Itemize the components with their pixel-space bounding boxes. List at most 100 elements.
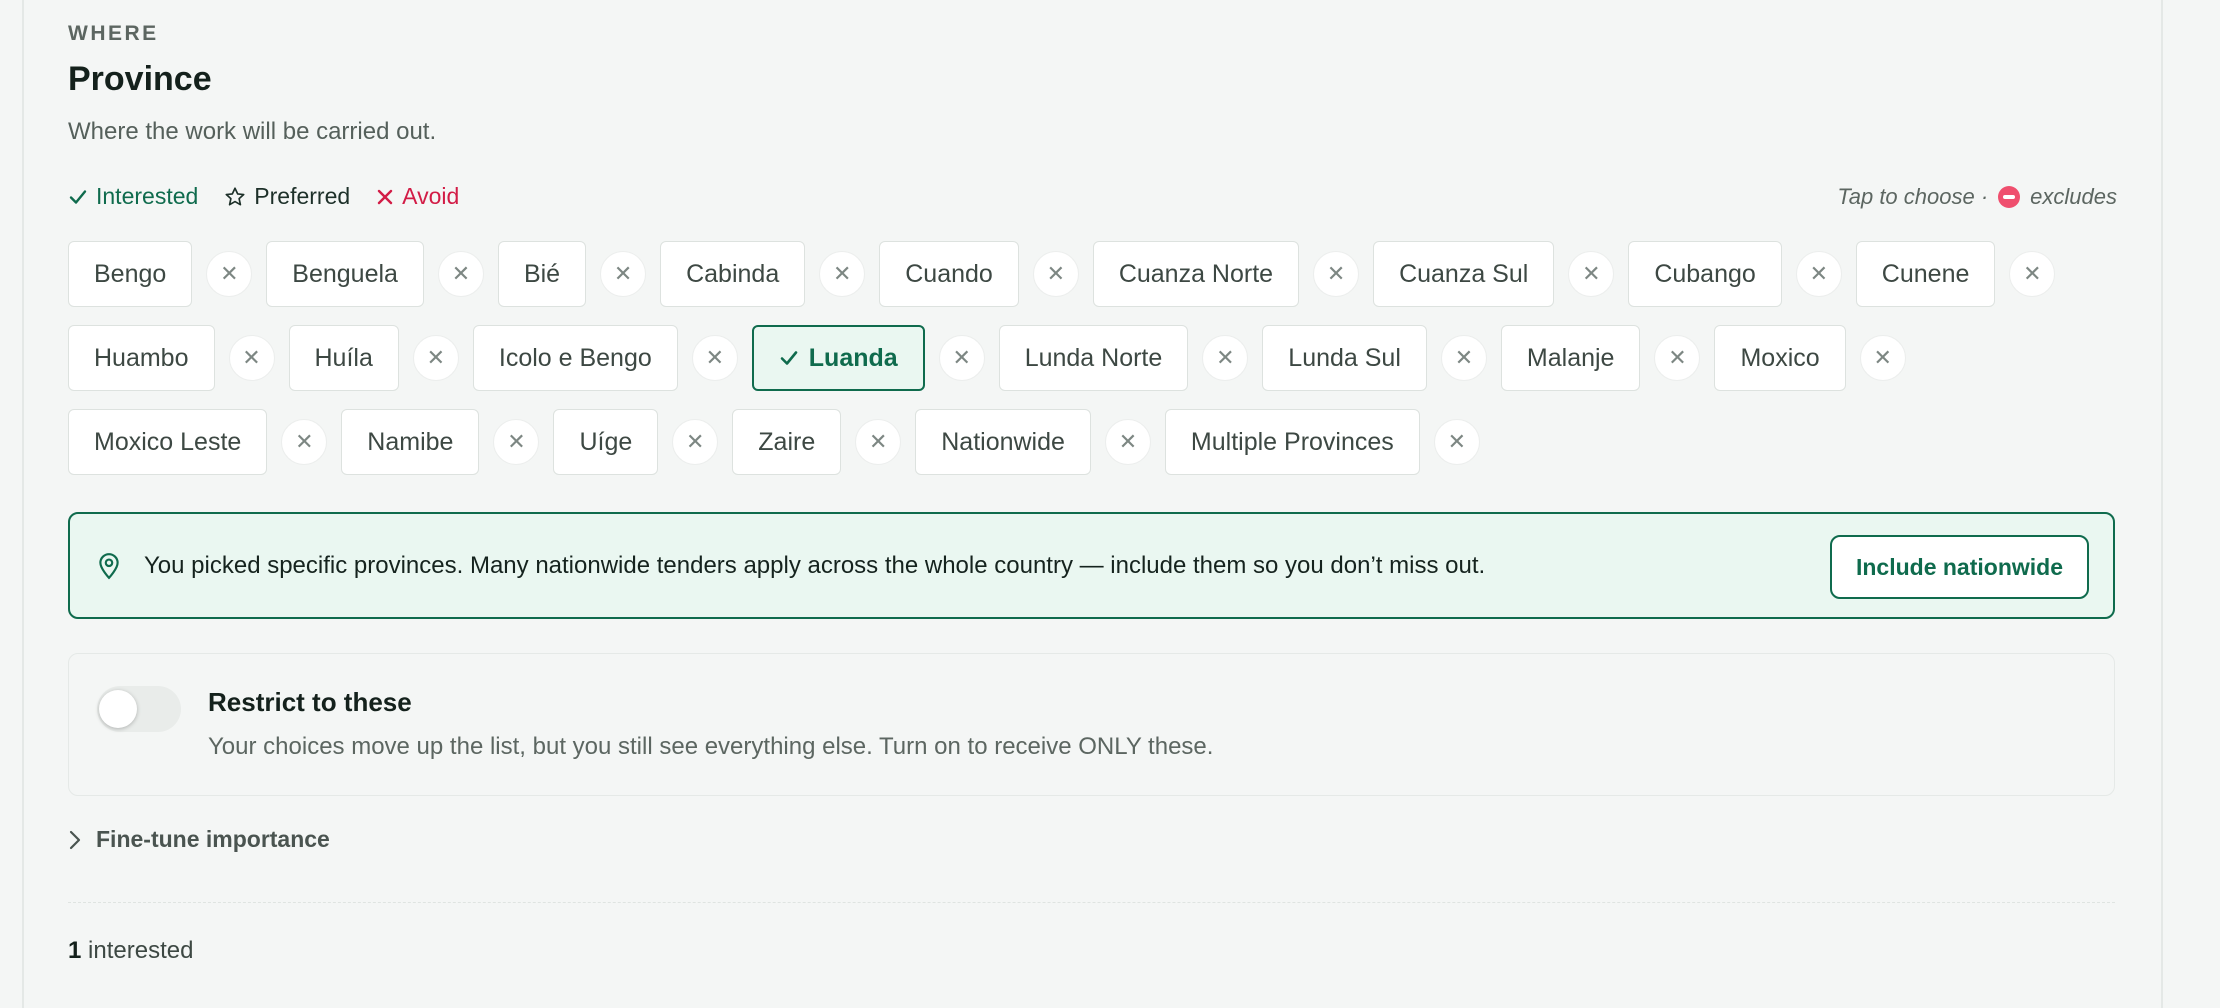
province-chip[interactable]: Malanje <box>1500 325 1641 391</box>
include-nationwide-button[interactable]: Include nationwide <box>1829 535 2089 599</box>
section-eyebrow: WHERE <box>68 22 159 45</box>
province-chip-group: Lunda Norte ✕ <box>998 325 1249 391</box>
x-icon <box>377 189 393 204</box>
province-chip-label: Luanda <box>808 343 898 372</box>
province-chip-label: Zaire <box>758 427 816 456</box>
province-chip-label: Icolo e Bengo <box>498 343 652 372</box>
province-chip-label: Bengo <box>94 259 167 288</box>
province-chip-label: Cubango <box>1654 259 1756 288</box>
exclude-province-button[interactable]: ✕ <box>1433 419 1480 465</box>
province-chip-group: Zaire ✕ <box>732 409 902 475</box>
exclude-province-button[interactable]: ✕ <box>1440 335 1487 381</box>
exclude-province-button[interactable]: ✕ <box>1032 251 1079 297</box>
restrict-card: Restrict to these Your choices move up t… <box>68 653 2115 796</box>
exclude-province-button[interactable]: ✕ <box>437 251 484 297</box>
province-chip[interactable]: Cabinda <box>660 241 806 307</box>
exclude-province-button[interactable]: ✕ <box>228 335 275 381</box>
province-chip[interactable]: Namibe <box>341 409 480 475</box>
province-chip-label: Cunene <box>1881 259 1970 288</box>
province-chip-label: Lunda Sul <box>1288 343 1401 372</box>
province-chip-label: Cuando <box>905 259 993 288</box>
banner-message: You picked specific provinces. Many nati… <box>144 552 1486 579</box>
province-chip-label: Moxico <box>1740 343 1820 372</box>
province-chip[interactable]: Huambo <box>68 325 215 391</box>
province-chip-label: Huíla <box>314 343 373 372</box>
province-chip[interactable]: Cubango <box>1628 241 1782 307</box>
province-chip[interactable]: Icolo e Bengo <box>472 325 678 391</box>
exclude-province-button[interactable]: ✕ <box>1568 251 1615 297</box>
exclude-province-button[interactable]: ✕ <box>281 419 328 465</box>
star-outline-icon <box>225 186 245 206</box>
province-chip-group: Namibe ✕ <box>341 409 540 475</box>
exclude-province-button[interactable]: ✕ <box>412 335 459 381</box>
province-chip[interactable]: Uíge <box>553 409 659 475</box>
check-icon <box>780 351 798 365</box>
legend-avoid-label: Avoid <box>402 183 460 209</box>
province-chip[interactable]: Cuanza Sul <box>1373 241 1555 307</box>
province-chip[interactable]: Moxico Leste <box>68 409 268 475</box>
exclude-province-button[interactable]: ✕ <box>600 251 647 297</box>
section-subtitle: Where the work will be carried out. <box>68 118 437 145</box>
exclude-province-button[interactable]: ✕ <box>672 419 719 465</box>
fine-tune-toggle[interactable]: Fine-tune importance <box>68 826 330 853</box>
province-chip[interactable]: Bié <box>497 241 587 307</box>
province-chip[interactable]: Cunene <box>1855 241 1996 307</box>
province-chip-group: Bengo ✕ <box>68 241 253 307</box>
province-chip-label: Huambo <box>94 343 189 372</box>
province-chip-label: Bié <box>523 259 561 288</box>
province-chip-group: Moxico ✕ <box>1714 325 1906 391</box>
province-chip-group: Cabinda ✕ <box>660 241 866 307</box>
province-chip[interactable]: Nationwide <box>915 409 1091 475</box>
check-icon <box>69 189 87 204</box>
interested-count-label: interested <box>88 937 194 964</box>
exclude-province-button[interactable]: ✕ <box>1313 251 1360 297</box>
province-chip-label: Benguela <box>292 259 398 288</box>
province-chip-group: Moxico Leste ✕ <box>68 409 328 475</box>
exclude-province-button[interactable]: ✕ <box>855 419 902 465</box>
province-chip[interactable]: Lunda Sul <box>1262 325 1427 391</box>
restrict-toggle[interactable] <box>97 686 181 732</box>
exclude-province-button[interactable]: ✕ <box>691 335 738 381</box>
exclude-province-button[interactable]: ✕ <box>1859 335 1906 381</box>
province-chip-group: Luanda ✕ <box>751 325 985 391</box>
exclude-province-button[interactable]: ✕ <box>1104 419 1151 465</box>
province-chip-label: Multiple Provinces <box>1190 427 1394 456</box>
province-chip[interactable]: Zaire <box>732 409 842 475</box>
map-pin-icon <box>99 553 119 580</box>
province-chip[interactable]: Benguela <box>266 241 424 307</box>
province-chip[interactable]: Multiple Provinces <box>1164 409 1420 475</box>
hint-prefix: Tap to choose · <box>1837 184 1989 209</box>
province-chip-group: Malanje ✕ <box>1500 325 1701 391</box>
province-chip[interactable]: Cuanza Norte <box>1092 241 1300 307</box>
province-chip[interactable]: Moxico <box>1714 325 1846 391</box>
legend-interested-label: Interested <box>96 183 199 209</box>
province-chip[interactable]: Huíla <box>288 325 399 391</box>
province-chip[interactable]: Cuando <box>879 241 1019 307</box>
province-chip[interactable]: Lunda Norte <box>998 325 1189 391</box>
fine-tune-label: Fine-tune importance <box>96 826 330 852</box>
exclude-province-button[interactable]: ✕ <box>1795 251 1842 297</box>
exclude-province-button[interactable]: ✕ <box>206 251 253 297</box>
exclude-province-button[interactable]: ✕ <box>1654 335 1701 381</box>
province-chip[interactable]: Bengo <box>68 241 193 307</box>
legend: Interested Preferred Avoid <box>68 183 459 210</box>
hint-suffix: excludes <box>2030 184 2117 209</box>
exclude-province-button[interactable]: ✕ <box>1202 335 1249 381</box>
province-chip-group: Cuanza Norte ✕ <box>1092 241 1360 307</box>
divider <box>68 902 2115 903</box>
exclude-province-button[interactable]: ✕ <box>938 335 985 381</box>
exclude-province-button[interactable]: ✕ <box>2009 251 2056 297</box>
province-chip[interactable]: Luanda <box>751 325 925 391</box>
interested-count: 1 interested <box>68 937 193 965</box>
interested-count-number: 1 <box>68 937 82 964</box>
province-chip-group: Nationwide ✕ <box>915 409 1151 475</box>
province-chip-group: Uíge ✕ <box>553 409 719 475</box>
province-chip-label: Cabinda <box>686 259 780 288</box>
province-chip-group: Cuanza Sul ✕ <box>1373 241 1615 307</box>
province-chip-group: Benguela ✕ <box>266 241 484 307</box>
province-chip-label: Lunda Norte <box>1024 343 1163 372</box>
exclude-province-button[interactable]: ✕ <box>819 251 866 297</box>
toggle-knob <box>99 690 137 728</box>
province-chip-label: Cuanza Sul <box>1399 259 1529 288</box>
exclude-province-button[interactable]: ✕ <box>493 419 540 465</box>
